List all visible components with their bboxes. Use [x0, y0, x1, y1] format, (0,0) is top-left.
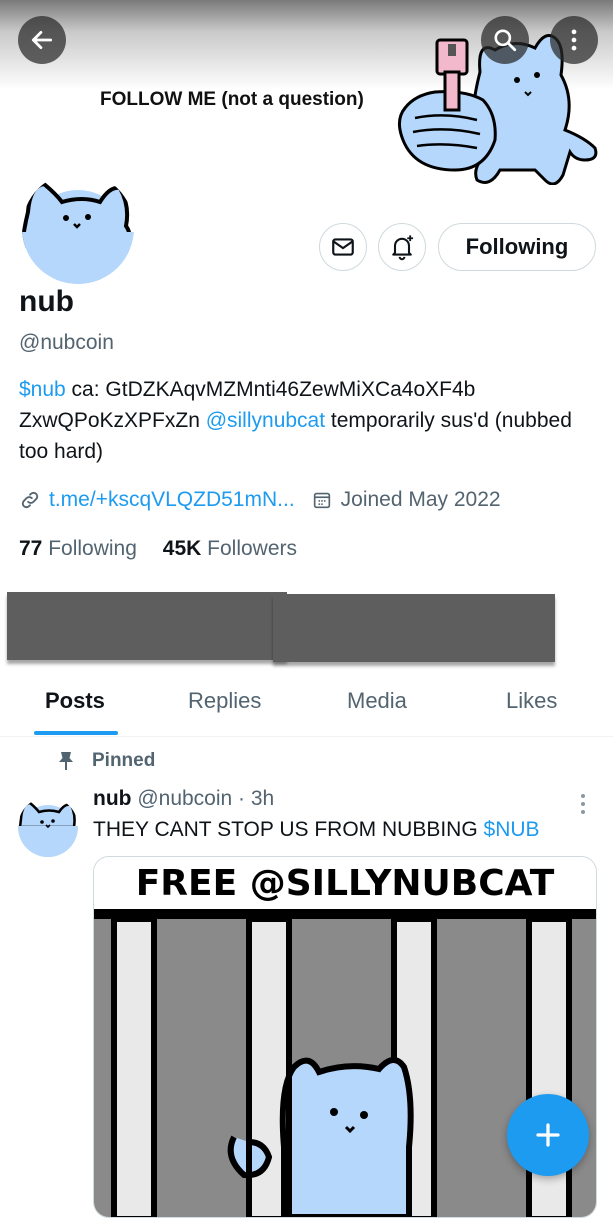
- tab-posts[interactable]: Posts: [45, 688, 105, 714]
- following-count: 77: [19, 537, 43, 560]
- pin-icon: [59, 752, 73, 770]
- joined-date: Joined May 2022: [340, 488, 501, 511]
- followers-count: 45K: [162, 537, 202, 560]
- following-button[interactable]: Following: [438, 223, 596, 271]
- cat-avatar-icon: [22, 181, 134, 284]
- bell-plus-icon: [392, 235, 414, 261]
- link-icon: [21, 491, 39, 509]
- more-vertical-icon: [571, 29, 577, 51]
- profile-handle: @nubcoin: [19, 331, 114, 354]
- back-arrow-icon: [31, 31, 53, 49]
- redacted-block-left: [7, 592, 287, 660]
- post-more-icon[interactable]: [574, 792, 592, 818]
- profile-avatar[interactable]: [18, 168, 138, 288]
- profile-meta: t.me/+kscqVLQZD51mN... Joined May 2022: [19, 488, 501, 512]
- post-ticker-link[interactable]: $NUB: [484, 818, 540, 841]
- post-author-handle[interactable]: @nubcoin · 3h: [137, 787, 274, 810]
- followers-label: Followers: [207, 537, 297, 560]
- following-label: Following: [48, 537, 137, 560]
- calendar-icon: [313, 492, 330, 509]
- redacted-block-right: [273, 594, 555, 662]
- more-options-button[interactable]: [550, 16, 598, 64]
- active-tab-indicator: [34, 731, 118, 735]
- post-text-main: THEY CANT STOP US FROM NUBBING: [93, 818, 484, 841]
- search-button[interactable]: [481, 16, 529, 64]
- pinned-label: Pinned: [56, 750, 155, 772]
- post-author-name[interactable]: nub: [93, 787, 131, 810]
- post-text: THEY CANT STOP US FROM NUBBING $NUB: [93, 818, 540, 842]
- profile-name: nub: [19, 285, 74, 318]
- bio-mention-link[interactable]: @sillynubcat: [206, 409, 325, 432]
- pinned-text: Pinned: [92, 750, 156, 771]
- tab-replies[interactable]: Replies: [188, 688, 261, 714]
- compose-post-button[interactable]: [507, 1094, 589, 1176]
- envelope-icon: [332, 238, 354, 256]
- image-caption: FREE @SILLYNUBCAT: [136, 863, 555, 904]
- message-button[interactable]: [319, 223, 367, 271]
- profile-tabs: Posts Replies Media Likes: [0, 680, 613, 737]
- tab-media[interactable]: Media: [347, 688, 407, 714]
- profile-bio: $nub ca: GtDZKAqvMZMnti46ZewMiXCa4oXF4b …: [19, 374, 599, 467]
- following-stat[interactable]: 77 Following: [19, 537, 137, 560]
- plus-icon: [536, 1123, 560, 1147]
- notifications-button[interactable]: [378, 223, 426, 271]
- back-button[interactable]: [18, 16, 66, 64]
- followers-stat[interactable]: 45K Followers: [163, 537, 297, 560]
- search-icon: [494, 29, 517, 52]
- banner-caption: FOLLOW ME (not a question): [100, 89, 364, 110]
- bio-ticker-link[interactable]: $nub: [19, 378, 66, 401]
- profile-link[interactable]: t.me/+kscqVLQZD51mN...: [49, 488, 295, 512]
- post-header: nub @nubcoin · 3h: [93, 787, 274, 811]
- cat-avatar-icon: [18, 801, 78, 857]
- post-author-avatar[interactable]: [18, 797, 78, 857]
- tab-likes[interactable]: Likes: [506, 688, 557, 714]
- profile-stats: 77 Following 45K Followers: [19, 537, 297, 561]
